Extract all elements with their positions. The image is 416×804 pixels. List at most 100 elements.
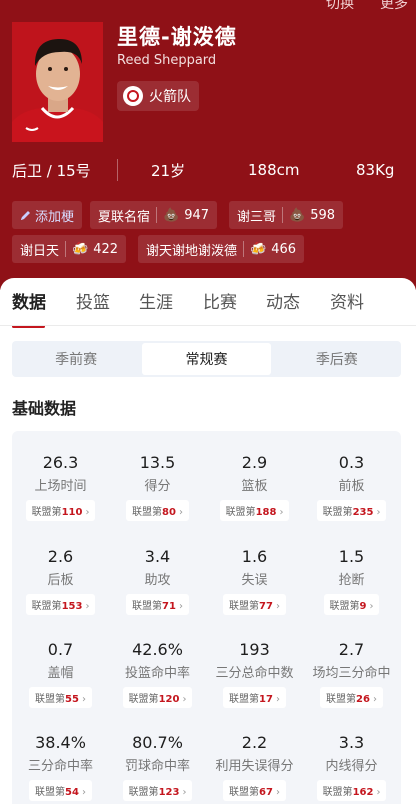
add-nickname-button[interactable]: 添加梗 — [12, 201, 83, 229]
league-rank-badge[interactable]: 联盟第71 › — [126, 594, 189, 615]
rank-number: 153 — [61, 601, 83, 612]
player-height: 188cm — [248, 161, 300, 179]
nickname-tag[interactable]: 谢天谢地谢泼德 🍻 466 — [138, 235, 305, 263]
player-header: 切换 更多 里德-谢泼德 Reed Sheppard 火箭队 后卫 / 15号 — [0, 0, 416, 290]
stat-label: 抢断 — [338, 573, 365, 588]
content-sheet: 数据 投篮 生涯 比赛 动态 资料 季前赛 常规赛 季后赛 基础数据 26.3 上… — [0, 278, 416, 804]
nickname-count: 947 — [184, 207, 210, 223]
season-type-selector: 季前赛 常规赛 季后赛 — [12, 341, 401, 377]
segment-playoffs[interactable]: 季后赛 — [273, 341, 401, 377]
league-rank-badge[interactable]: 联盟第235 › — [316, 500, 387, 521]
player-age: 21岁 — [151, 161, 186, 180]
stat-value: 2.6 — [47, 547, 74, 566]
stat-cell: 0.3 前板 联盟第235 › — [303, 453, 400, 521]
league-rank-badge[interactable]: 联盟第9 › — [323, 594, 380, 615]
switch-button[interactable]: 切换 — [326, 0, 354, 13]
league-rank-badge[interactable]: 联盟第120 › — [122, 687, 193, 708]
segment-preseason[interactable]: 季前赛 — [12, 341, 140, 377]
chevron-right-icon: › — [279, 507, 284, 518]
league-rank-badge[interactable]: 联盟第26 › — [320, 687, 383, 708]
league-rank-badge[interactable]: 联盟第17 › — [223, 687, 286, 708]
league-rank-badge[interactable]: 联盟第123 › — [122, 780, 193, 801]
top-actions: 切换 更多 — [326, 0, 408, 13]
add-nickname-label: 添加梗 — [35, 209, 75, 225]
tab-news[interactable]: 动态 — [266, 288, 300, 313]
league-rank-badge[interactable]: 联盟第162 › — [316, 780, 387, 801]
divider — [243, 241, 245, 257]
stat-label: 三分命中率 — [27, 759, 93, 774]
rank-prefix: 联盟第 — [35, 787, 66, 798]
stat-value: 2.9 — [241, 453, 268, 472]
rank-number: 235 — [352, 507, 374, 518]
chevron-right-icon: › — [369, 601, 374, 612]
nickname-tag[interactable]: 谢三哥 💩 598 — [229, 201, 344, 229]
stat-label: 篮板 — [241, 479, 268, 494]
league-rank-badge[interactable]: 联盟第55 › — [29, 687, 92, 708]
league-rank-badge[interactable]: 联盟第67 › — [223, 780, 286, 801]
rank-prefix: 联盟第 — [31, 601, 62, 612]
rank-prefix: 联盟第 — [132, 601, 163, 612]
chevron-right-icon: › — [85, 601, 90, 612]
tab-profile[interactable]: 资料 — [330, 288, 364, 313]
team-name: 火箭队 — [149, 89, 191, 105]
chevron-right-icon: › — [275, 787, 280, 798]
divider — [65, 241, 67, 257]
stat-value: 2.7 — [338, 640, 365, 659]
team-chip[interactable]: 火箭队 — [117, 81, 199, 111]
segment-regular-season[interactable]: 常规赛 — [142, 343, 271, 375]
tab-shooting[interactable]: 投篮 — [76, 288, 110, 313]
stat-value: 42.6% — [132, 640, 183, 659]
stat-value: 1.6 — [241, 547, 268, 566]
chevron-right-icon: › — [178, 601, 183, 612]
stat-value: 26.3 — [42, 453, 79, 472]
league-rank-badge[interactable]: 联盟第153 › — [25, 594, 96, 615]
rank-prefix: 联盟第 — [322, 787, 353, 798]
league-rank-badge[interactable]: 联盟第80 › — [126, 500, 189, 521]
stat-cell: 1.6 失误 联盟第77 › — [206, 547, 303, 615]
stat-value: 38.4% — [35, 733, 86, 752]
rank-prefix: 联盟第 — [132, 507, 163, 518]
stats-grid: 26.3 上场时间 联盟第110 › 13.5 得分 联盟第80 › 2.9 篮板 联盟第188 › 0… — [12, 431, 401, 804]
rank-number: 67 — [259, 787, 273, 798]
tab-bar: 数据 投篮 生涯 比赛 动态 资料 — [0, 288, 416, 328]
nickname-tag[interactable]: 夏联名宿 💩 947 — [90, 201, 218, 229]
tab-games[interactable]: 比赛 — [203, 288, 237, 313]
beer-icon: 🍻 — [250, 241, 267, 257]
position-number: 后卫 / 15号 — [12, 161, 91, 180]
rank-number: 17 — [259, 694, 273, 705]
nickname-tag[interactable]: 谢日天 🍻 422 — [12, 235, 127, 263]
chevron-right-icon: › — [81, 787, 86, 798]
league-rank-badge[interactable]: 联盟第54 › — [29, 780, 92, 801]
league-rank-badge[interactable]: 联盟第188 › — [219, 500, 290, 521]
rank-prefix: 联盟第 — [329, 601, 360, 612]
stat-cell: 3.3 内线得分 联盟第162 › — [303, 733, 400, 801]
stat-value: 3.3 — [338, 733, 365, 752]
poop-icon: 💩 — [163, 207, 180, 223]
rank-number: 55 — [65, 694, 79, 705]
nickname-label: 谢天谢地谢泼德 — [146, 243, 238, 259]
stat-cell: 2.6 后板联盟第153 › — [12, 547, 109, 615]
stat-cell: 26.3 上场时间 联盟第110 › — [12, 453, 109, 521]
stat-value: 80.7% — [132, 733, 183, 752]
stat-cell: 42.6% 投篮命中率 联盟第120 › — [109, 640, 206, 708]
nickname-label: 谢三哥 — [237, 209, 277, 225]
poop-icon: 💩 — [289, 207, 306, 223]
stat-cell: 0.7 盖帽 联盟第55 › — [12, 640, 109, 708]
tab-career[interactable]: 生涯 — [139, 288, 173, 313]
league-rank-badge[interactable]: 联盟第77 › — [223, 594, 286, 615]
stat-value: 193 — [239, 640, 270, 659]
more-button[interactable]: 更多 — [380, 0, 408, 13]
stat-value: 13.5 — [139, 453, 176, 472]
stat-label: 场均三分命中 — [312, 666, 391, 681]
stat-label: 三分总命中数 — [215, 666, 294, 681]
pencil-icon — [21, 211, 30, 220]
tab-data[interactable]: 数据 — [12, 288, 46, 313]
league-rank-badge[interactable]: 联盟第110 › — [25, 500, 96, 521]
nickname-count: 422 — [93, 241, 119, 257]
rank-prefix: 联盟第 — [128, 694, 159, 705]
stat-value: 0.7 — [47, 640, 74, 659]
player-info-row: 后卫 / 15号 21岁 188cm 83Kg — [0, 157, 416, 183]
stat-label: 后板 — [47, 573, 74, 588]
divider — [156, 207, 158, 223]
rank-prefix: 联盟第 — [229, 694, 260, 705]
